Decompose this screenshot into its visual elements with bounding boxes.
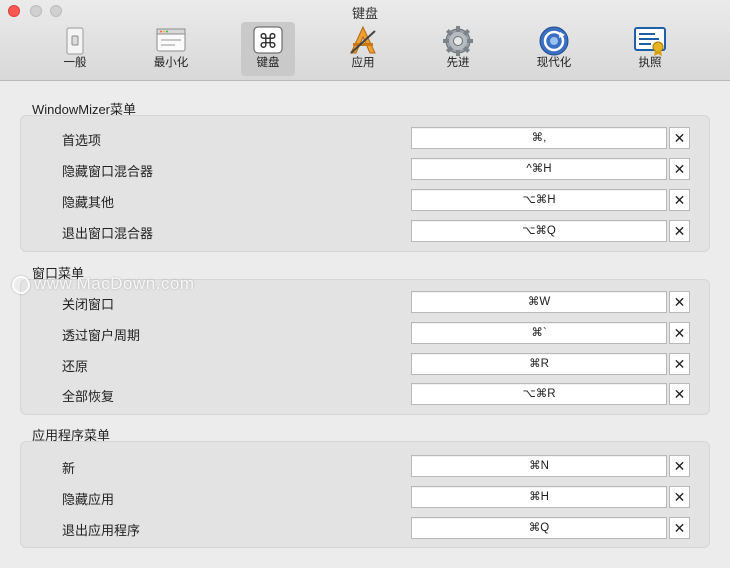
svg-text:⌘: ⌘ bbox=[258, 29, 278, 53]
tab-label: 执照 bbox=[638, 57, 662, 69]
command-name: 新 bbox=[62, 461, 76, 476]
clear-shortcut-button[interactable]: ✕ bbox=[669, 220, 690, 242]
command-name: 关闭窗口 bbox=[62, 297, 115, 312]
tab-label: 应用 bbox=[351, 57, 375, 69]
shortcut-row: 隐藏其他 ⌥⌘H ✕ bbox=[21, 189, 711, 213]
clear-shortcut-button[interactable]: ✕ bbox=[669, 291, 690, 313]
shortcut-row: 退出应用程序 ⌘Q ✕ bbox=[21, 517, 711, 541]
window-icon bbox=[156, 28, 186, 52]
app-store-icon bbox=[350, 25, 376, 54]
refresh-icon bbox=[539, 26, 569, 56]
command-name: 全部恢复 bbox=[62, 389, 115, 404]
section-panel: 首选项 ⌘, ✕ 隐藏窗口混合器 ^⌘H ✕ 隐藏其他 ⌥⌘H ✕ 退出窗口混合… bbox=[20, 115, 710, 252]
shortcut-field[interactable]: ⌘, bbox=[411, 127, 667, 149]
section-panel: 新 ⌘N ✕ 隐藏应用 ⌘H ✕ 退出应用程序 ⌘Q ✕ bbox=[20, 441, 710, 548]
clear-shortcut-button[interactable]: ✕ bbox=[669, 486, 690, 508]
tab-advanced[interactable]: 先进 bbox=[431, 22, 485, 76]
tab-label: 现代化 bbox=[536, 57, 572, 69]
clear-shortcut-button[interactable]: ✕ bbox=[669, 158, 690, 180]
command-name: 隐藏窗口混合器 bbox=[62, 164, 154, 179]
shortcut-row: 首选项 ⌘, ✕ bbox=[21, 127, 711, 151]
command-name: 隐藏其他 bbox=[62, 195, 115, 210]
watermark-logo-icon bbox=[12, 275, 30, 294]
certificate-icon bbox=[634, 27, 666, 56]
tab-keyboard[interactable]: ⌘ 键盘 bbox=[241, 22, 295, 76]
clear-shortcut-button[interactable]: ✕ bbox=[669, 127, 690, 149]
shortcut-field[interactable]: ⌘W bbox=[411, 291, 667, 313]
switch-icon bbox=[66, 27, 84, 55]
clear-shortcut-button[interactable]: ✕ bbox=[669, 189, 690, 211]
command-name: 首选项 bbox=[62, 133, 102, 148]
command-key-icon: ⌘ bbox=[253, 26, 283, 54]
keyboard-shortcuts-pane: WindowMizer菜单 首选项 ⌘, ✕ 隐藏窗口混合器 ^⌘H ✕ 隐藏其… bbox=[0, 81, 730, 568]
tab-label: 先进 bbox=[446, 57, 470, 69]
tab-label: 最小化 bbox=[153, 57, 189, 69]
clear-shortcut-button[interactable]: ✕ bbox=[669, 383, 690, 405]
shortcut-field[interactable]: ⌘H bbox=[411, 486, 667, 508]
tab-general[interactable]: 一般 bbox=[48, 22, 102, 76]
clear-shortcut-button[interactable]: ✕ bbox=[669, 517, 690, 539]
tab-label: 键盘 bbox=[256, 57, 280, 69]
command-name: 还原 bbox=[62, 359, 89, 374]
command-name: 隐藏应用 bbox=[62, 492, 115, 507]
shortcut-row: 退出窗口混合器 ⌥⌘Q ✕ bbox=[21, 220, 711, 244]
tab-update[interactable]: 现代化 bbox=[527, 22, 581, 76]
shortcut-field[interactable]: ⌘` bbox=[411, 322, 667, 344]
shortcut-field[interactable]: ⌘N bbox=[411, 455, 667, 477]
shortcut-row: 透过窗户周期 ⌘` ✕ bbox=[21, 322, 711, 346]
shortcut-row: 隐藏窗口混合器 ^⌘H ✕ bbox=[21, 158, 711, 182]
preferences-toolbar: 一般 最小化 ⌘ 键盘 应用 先进 现代化 执照 bbox=[0, 20, 730, 78]
watermark-text: www.MacDown.com bbox=[34, 274, 195, 293]
gear-icon bbox=[443, 26, 473, 56]
title-bar: 键盘 一般 最小化 ⌘ 键盘 应用 先进 现代化 执照 bbox=[0, 0, 730, 81]
shortcut-field[interactable]: ⌘Q bbox=[411, 517, 667, 539]
shortcut-field[interactable]: ⌘R bbox=[411, 353, 667, 375]
command-name: 退出应用程序 bbox=[62, 523, 141, 538]
shortcut-row: 隐藏应用 ⌘H ✕ bbox=[21, 486, 711, 510]
tab-minimize[interactable]: 最小化 bbox=[144, 22, 198, 76]
preferences-window: 键盘 一般 最小化 ⌘ 键盘 应用 先进 现代化 执照 WindowMizer菜… bbox=[0, 0, 730, 568]
tab-license[interactable]: 执照 bbox=[623, 22, 677, 76]
shortcut-row: 关闭窗口 ⌘W ✕ bbox=[21, 291, 711, 315]
watermark: www.MacDown.com bbox=[12, 274, 195, 294]
clear-shortcut-button[interactable]: ✕ bbox=[669, 455, 690, 477]
shortcut-row: 全部恢复 ⌥⌘R ✕ bbox=[21, 383, 711, 407]
clear-shortcut-button[interactable]: ✕ bbox=[669, 353, 690, 375]
shortcut-field[interactable]: ⌥⌘H bbox=[411, 189, 667, 211]
clear-shortcut-button[interactable]: ✕ bbox=[669, 322, 690, 344]
shortcut-field[interactable]: ^⌘H bbox=[411, 158, 667, 180]
shortcut-row: 还原 ⌘R ✕ bbox=[21, 353, 711, 377]
tab-label: 一般 bbox=[63, 57, 87, 69]
tab-applications[interactable]: 应用 bbox=[336, 22, 390, 76]
shortcut-field[interactable]: ⌥⌘R bbox=[411, 383, 667, 405]
command-name: 透过窗户周期 bbox=[62, 328, 141, 343]
section-panel: 关闭窗口 ⌘W ✕ 透过窗户周期 ⌘` ✕ 还原 ⌘R ✕ 全部恢复 ⌥⌘R ✕ bbox=[20, 279, 710, 415]
command-name: 退出窗口混合器 bbox=[62, 226, 154, 241]
shortcut-row: 新 ⌘N ✕ bbox=[21, 455, 711, 479]
shortcut-field[interactable]: ⌥⌘Q bbox=[411, 220, 667, 242]
